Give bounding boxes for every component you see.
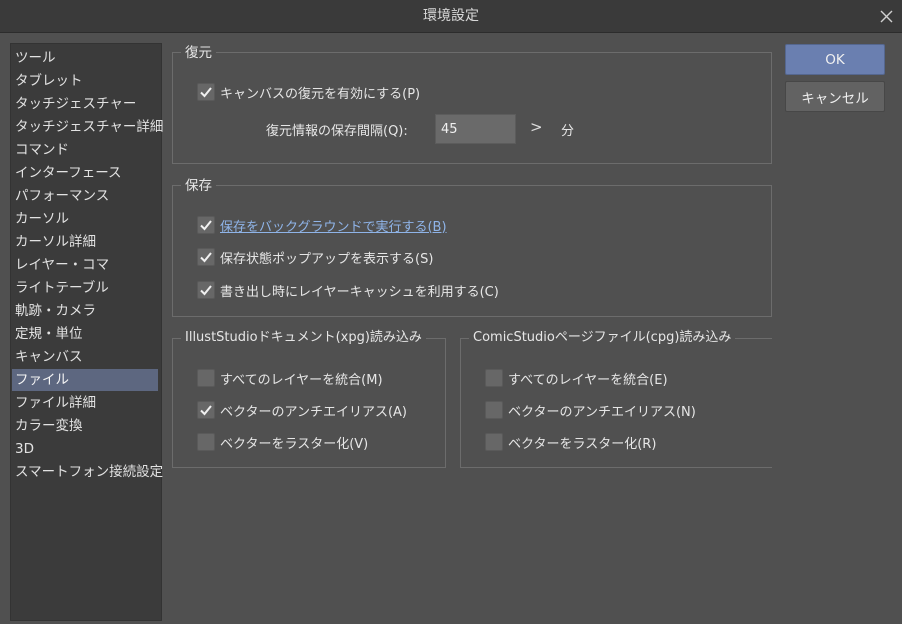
- settings-category-list[interactable]: ツール タブレット タッチジェスチャー タッチジェスチャー詳細 コマンド インタ…: [10, 43, 163, 621]
- comic-vector-antialias-label: ベクターのアンチエイリアス(N): [508, 404, 696, 420]
- comic-vector-antialias-checkbox[interactable]: ベクターのアンチエイリアス(N): [485, 400, 696, 420]
- sidebar-item-canvas[interactable]: キャンバス: [12, 346, 158, 368]
- checkbox-box[interactable]: [197, 83, 215, 101]
- sidebar-item-performance[interactable]: パフォーマンス: [12, 185, 158, 207]
- comic-merge-layers-label: すべてのレイヤーを統合(E): [508, 372, 668, 388]
- comic-merge-layers-checkbox[interactable]: すべてのレイヤーを統合(E): [485, 368, 668, 388]
- enable-canvas-restore-label: キャンバスの復元を有効にする(P): [220, 86, 421, 102]
- sidebar-item-touch-gesture[interactable]: タッチジェスチャー: [12, 93, 158, 115]
- show-save-popup-label: 保存状態ポップアップを表示する(S): [220, 251, 434, 267]
- checkbox-box[interactable]: [197, 369, 215, 387]
- checkbox-box[interactable]: [197, 216, 215, 234]
- save-group-title: 保存: [181, 177, 216, 195]
- illust-merge-layers-checkbox[interactable]: すべてのレイヤーを統合(M): [197, 368, 383, 388]
- comicstudio-import-title: ComicStudioページファイル(cpg)読み込み: [469, 329, 736, 347]
- restore-interval-input[interactable]: [435, 114, 516, 144]
- checkmark-icon: [200, 405, 212, 416]
- window-title: 環境設定: [423, 8, 479, 24]
- save-background-checkbox[interactable]: 保存をバックグラウンドで実行する(B): [197, 215, 447, 235]
- sidebar-item-file[interactable]: ファイル: [12, 369, 158, 391]
- restore-interval-unit: 分: [561, 124, 575, 139]
- sidebar-item-tablet[interactable]: タブレット: [12, 70, 158, 92]
- sidebar-item-3d[interactable]: 3D: [12, 438, 158, 460]
- sidebar-item-light-table[interactable]: ライトテーブル: [12, 277, 158, 299]
- sidebar-item-cursor[interactable]: カーソル: [12, 208, 158, 230]
- restore-group: [172, 52, 772, 164]
- sidebar-item-touch-gesture-detail[interactable]: タッチジェスチャー詳細: [12, 116, 163, 138]
- checkbox-box[interactable]: [197, 281, 215, 299]
- interval-slider-toggle-icon[interactable]: >: [530, 118, 543, 136]
- use-layer-cache-label: 書き出し時にレイヤーキャッシュを利用する(C): [220, 284, 499, 300]
- comic-rasterize-vector-label: ベクターをラスター化(R): [508, 436, 657, 452]
- title-bar: 環境設定: [0, 0, 902, 33]
- ok-button[interactable]: OK: [785, 44, 885, 75]
- illust-vector-antialias-label: ベクターのアンチエイリアス(A): [220, 404, 407, 420]
- checkmark-icon: [200, 87, 212, 98]
- checkbox-box[interactable]: [197, 401, 215, 419]
- sidebar-item-command[interactable]: コマンド: [12, 139, 158, 161]
- close-icon[interactable]: [876, 6, 896, 26]
- sidebar-item-color-conversion[interactable]: カラー変換: [12, 415, 158, 437]
- sidebar-item-cursor-detail[interactable]: カーソル詳細: [12, 231, 158, 253]
- checkbox-box[interactable]: [197, 433, 215, 451]
- checkmark-icon: [200, 252, 212, 263]
- use-layer-cache-checkbox[interactable]: 書き出し時にレイヤーキャッシュを利用する(C): [197, 280, 499, 300]
- enable-canvas-restore-checkbox[interactable]: キャンバスの復元を有効にする(P): [197, 82, 420, 102]
- sidebar-item-smartphone-connection[interactable]: スマートフォン接続設定: [12, 461, 163, 483]
- show-save-popup-checkbox[interactable]: 保存状態ポップアップを表示する(S): [197, 247, 433, 267]
- illust-vector-antialias-checkbox[interactable]: ベクターのアンチエイリアス(A): [197, 400, 407, 420]
- sidebar-item-tool[interactable]: ツール: [12, 47, 158, 69]
- comic-rasterize-vector-checkbox[interactable]: ベクターをラスター化(R): [485, 432, 656, 452]
- restore-interval-label: 復元情報の保存間隔(Q):: [266, 124, 408, 139]
- sidebar-item-layer-frame[interactable]: レイヤー・コマ: [12, 254, 158, 276]
- sidebar-item-file-detail[interactable]: ファイル詳細: [12, 392, 158, 414]
- illust-rasterize-vector-checkbox[interactable]: ベクターをラスター化(V): [197, 432, 368, 452]
- checkbox-box[interactable]: [485, 369, 503, 387]
- illust-rasterize-vector-label: ベクターをラスター化(V): [220, 436, 369, 452]
- illust-merge-layers-label: すべてのレイヤーを統合(M): [220, 372, 383, 388]
- checkbox-box[interactable]: [197, 248, 215, 266]
- checkmark-icon: [200, 285, 212, 296]
- sidebar-item-ruler-unit[interactable]: 定規・単位: [12, 323, 158, 345]
- sidebar-item-interface[interactable]: インターフェース: [12, 162, 158, 184]
- checkbox-box[interactable]: [485, 401, 503, 419]
- checkmark-icon: [200, 220, 212, 231]
- checkbox-box[interactable]: [485, 433, 503, 451]
- restore-group-title: 復元: [181, 44, 216, 62]
- cancel-button[interactable]: キャンセル: [785, 81, 885, 112]
- save-background-label[interactable]: 保存をバックグラウンドで実行する(B): [220, 216, 447, 235]
- sidebar-item-trajectory-camera[interactable]: 軌跡・カメラ: [12, 300, 158, 322]
- illuststudio-import-title: IllustStudioドキュメント(xpg)読み込み: [181, 329, 426, 347]
